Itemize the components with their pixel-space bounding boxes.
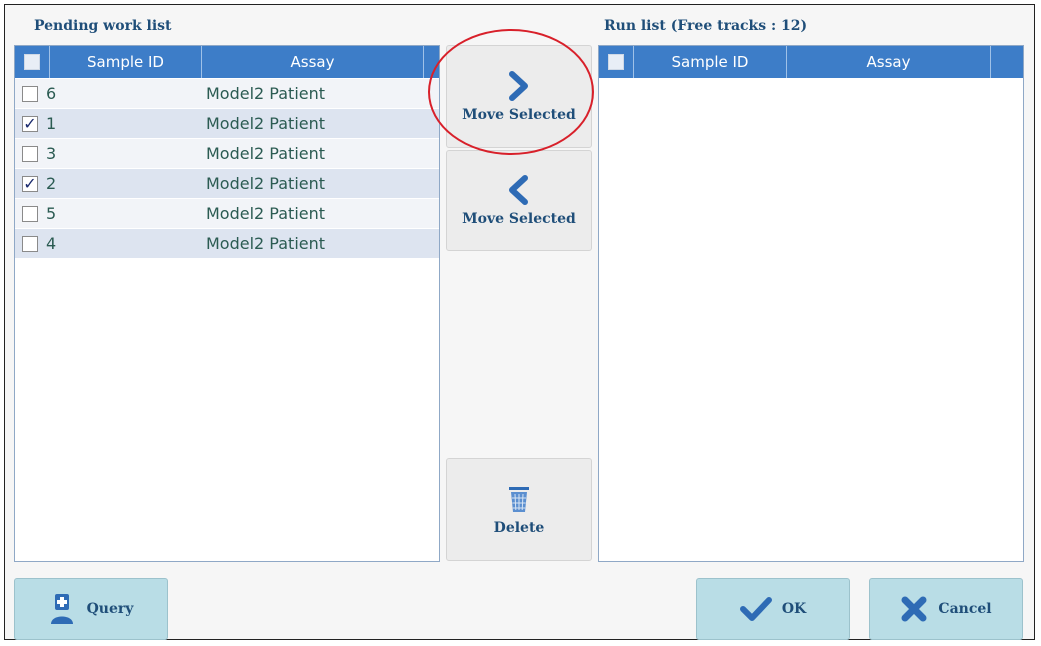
ok-button[interactable]: OK (696, 578, 850, 640)
move-left-button[interactable]: Move Selected (446, 150, 592, 251)
query-label: Query (86, 601, 134, 617)
assay-cell: Model2 Patient (206, 114, 326, 133)
sample-id-cell: 4 (46, 234, 57, 253)
sample-id-cell: 1 (46, 114, 57, 133)
column-header-sample-id[interactable]: Sample ID (50, 46, 202, 78)
sample-id-cell: 5 (46, 204, 57, 223)
chevron-right-icon (509, 70, 528, 101)
run-list-title: Run list (Free tracks : 12) (604, 18, 808, 34)
patient-icon (50, 594, 73, 624)
cancel-label: Cancel (938, 601, 992, 617)
checkmark-icon (739, 597, 772, 621)
table-row[interactable]: ✓ 1 Model2 Patient (15, 109, 439, 138)
row-checkbox[interactable] (22, 205, 38, 222)
cancel-button[interactable]: Cancel (869, 578, 1023, 640)
table-row[interactable]: 6 Model2 Patient (15, 79, 439, 108)
column-header-spacer (424, 46, 439, 78)
run-list-panel: Sample ID Assay (598, 45, 1024, 562)
run-column-header-sample-id[interactable]: Sample ID (634, 46, 787, 78)
run-table-header: Sample ID Assay (599, 46, 1023, 78)
row-checkbox[interactable] (22, 145, 38, 162)
chevron-left-icon (509, 174, 528, 205)
row-checkbox[interactable] (22, 85, 38, 102)
close-icon (901, 596, 927, 622)
assay-cell: Model2 Patient (206, 204, 326, 223)
run-column-header-assay[interactable]: Assay (787, 46, 991, 78)
move-right-button[interactable]: Move Selected (446, 45, 592, 148)
sample-id-cell: 2 (46, 174, 57, 193)
row-checkbox[interactable]: ✓ (22, 115, 38, 132)
assay-cell: Model2 Patient (206, 174, 326, 193)
pending-list-panel: Sample ID Assay 6 Model2 Patient ✓ 1 Model2 … (14, 45, 440, 562)
table-row[interactable]: ✓ 2 Model2 Patient (15, 169, 439, 198)
table-row[interactable]: 3 Model2 Patient (15, 139, 439, 168)
move-right-label: Move Selected (462, 106, 576, 123)
trash-icon (509, 486, 529, 512)
run-select-all-checkbox[interactable] (608, 54, 624, 70)
ok-label: OK (781, 601, 807, 617)
move-left-label: Move Selected (462, 210, 576, 227)
delete-button[interactable]: Delete (446, 458, 592, 561)
pending-list-title: Pending work list (34, 18, 172, 34)
select-all-checkbox[interactable] (24, 54, 40, 70)
run-column-header-spacer (991, 46, 1023, 78)
sample-id-cell: 3 (46, 144, 57, 163)
table-row[interactable]: 4 Model2 Patient (15, 229, 439, 258)
row-checkbox[interactable]: ✓ (22, 175, 38, 192)
select-all-cell (15, 46, 50, 78)
sample-id-cell: 6 (46, 84, 57, 103)
assay-cell: Model2 Patient (206, 234, 326, 253)
column-header-assay[interactable]: Assay (202, 46, 424, 78)
run-select-all-cell (599, 46, 634, 78)
delete-label: Delete (493, 519, 545, 536)
row-checkbox[interactable] (22, 235, 38, 252)
assay-cell: Model2 Patient (206, 84, 326, 103)
pending-table-header: Sample ID Assay (15, 46, 439, 78)
assay-cell: Model2 Patient (206, 144, 326, 163)
table-row[interactable]: 5 Model2 Patient (15, 199, 439, 228)
query-button[interactable]: Query (14, 578, 168, 640)
